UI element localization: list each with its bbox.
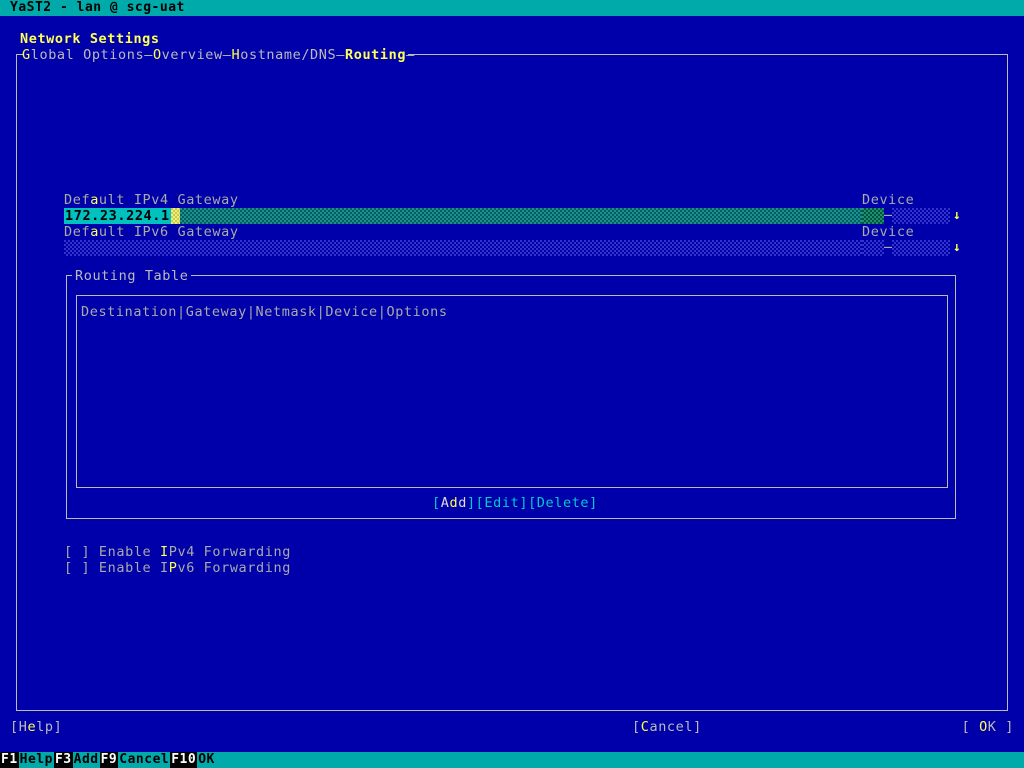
fkey-help-label[interactable]: Help (18, 752, 54, 768)
ipv6-device-label: Device (862, 224, 915, 240)
fkey-help-key[interactable]: F1 (0, 752, 19, 768)
page-title: Network Settings (20, 31, 160, 47)
ok-bracket-right: ] (996, 719, 1014, 735)
fkey-ok-label[interactable]: OK (197, 752, 216, 768)
help-button[interactable]: [Help] (10, 719, 62, 735)
ipv4-device-combobox[interactable]: ─ ↓ (862, 208, 962, 224)
function-key-bar[interactable]: F1 Help F3 Add F9 Cancel F10 OK (0, 752, 1024, 768)
tab-overview[interactable]: Overview (153, 47, 223, 63)
tab-hostname-dns[interactable]: Hostname/DNS (232, 47, 337, 63)
ok-bracket-left: [ (961, 719, 980, 735)
cancel-button[interactable]: [Cancel] (632, 719, 702, 735)
window-titlebar: YaST2 - lan @ scg-uat (0, 0, 1024, 16)
routing-table-group-title: Routing Table (72, 268, 192, 284)
tab-strip[interactable]: Global Options—Overview—Hostname/DNS—Rou… (22, 47, 415, 63)
ipv6-device-swatch (862, 240, 884, 256)
tab-routing[interactable]: Routing (345, 47, 406, 63)
cancel-bracket-right: ] (693, 719, 702, 735)
ok-button[interactable]: [ OK ] (962, 719, 1014, 735)
tab-global-options[interactable]: Global Options (22, 47, 144, 63)
ipv6-gateway-input[interactable] (64, 240, 866, 256)
cancel-bracket-left: [ (632, 719, 641, 735)
ipv6-gateway-label: Default IPv6 Gateway (64, 224, 239, 240)
routing-table-header: Destination|Gateway|Netmask|Device|Optio… (81, 304, 448, 320)
fkey-add-label[interactable]: Add (72, 752, 100, 768)
routing-edit-button[interactable]: [Edit] (476, 495, 528, 511)
enable-ipv6-forwarding-checkbox[interactable]: [ ] Enable IPv6 Forwarding (64, 560, 291, 576)
routing-add-button[interactable]: [Add] (432, 495, 476, 511)
ipv4-gateway-input[interactable]: 172.23.224.1 (64, 208, 866, 224)
routing-table-buttons[interactable]: [Add][Edit][Delete] (432, 495, 598, 511)
ipv4-device-swatch (862, 208, 884, 224)
fkey-ok-key[interactable]: F10 (170, 752, 198, 768)
ipv4-gateway-label: Default IPv4 Gateway (64, 192, 239, 208)
chevron-down-icon[interactable]: ↓ (953, 240, 961, 256)
combo-separator: ─ (884, 208, 893, 224)
text-cursor (171, 208, 180, 224)
fkey-cancel-label[interactable]: Cancel (118, 752, 171, 768)
help-bracket-right: ] (53, 719, 63, 735)
tab-separator: — (336, 47, 345, 63)
chevron-down-icon[interactable]: ↓ (953, 208, 961, 224)
ipv4-device-field[interactable] (892, 208, 950, 224)
help-bracket-left: [ (10, 719, 19, 735)
ipv4-gateway-value: 172.23.224.1 (64, 208, 171, 224)
fkey-add-key[interactable]: F3 (53, 752, 73, 768)
tab-separator: — (406, 47, 415, 63)
ipv6-device-combobox[interactable]: ─ ↓ (862, 240, 962, 256)
routing-table-listbox[interactable] (76, 295, 948, 488)
enable-ipv4-forwarding-checkbox[interactable]: [ ] Enable IPv4 Forwarding (64, 544, 291, 560)
fkey-cancel-key[interactable]: F9 (99, 752, 119, 768)
ipv6-device-field[interactable] (892, 240, 950, 256)
routing-delete-button[interactable]: [Delete] (528, 495, 598, 511)
terminal-screen: YaST2 - lan @ scg-uat Network Settings G… (0, 0, 1024, 768)
tab-separator: — (144, 47, 153, 63)
combo-separator: ─ (884, 240, 893, 256)
ipv6-gateway-value (64, 240, 66, 256)
ipv4-device-label: Device (862, 192, 915, 208)
tab-separator: — (222, 47, 232, 63)
